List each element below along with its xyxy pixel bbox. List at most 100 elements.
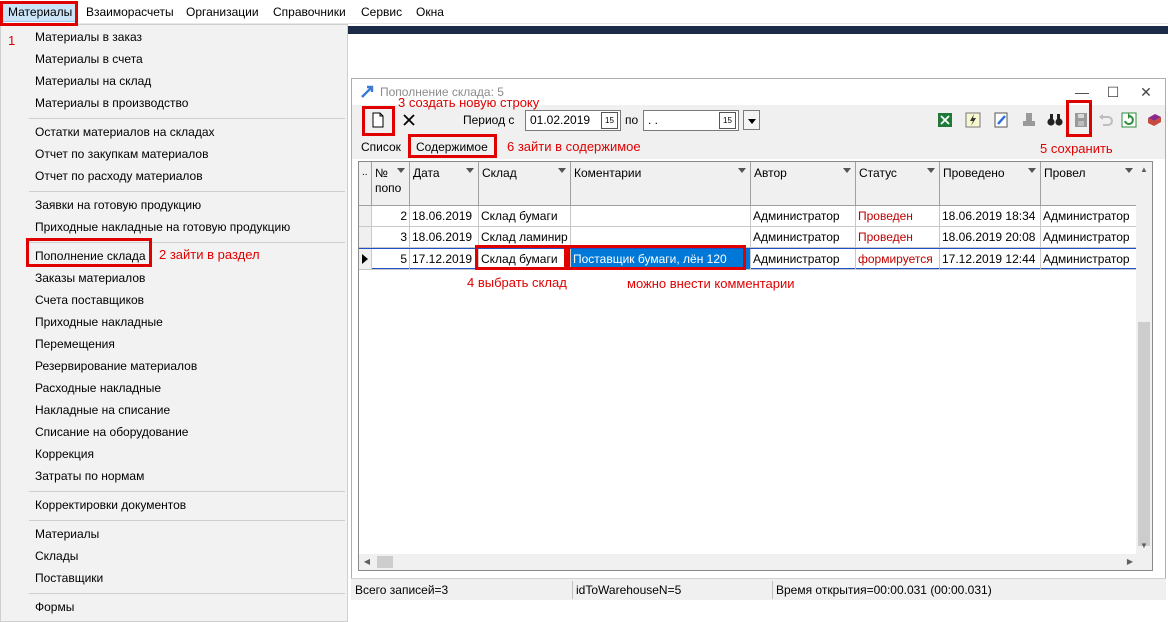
horizontal-scroll-thumb[interactable] — [377, 556, 393, 568]
col-header-comment-label: Коментарии — [574, 166, 642, 180]
edit-icon — [994, 112, 1008, 128]
dd-finished-product-receipts[interactable]: Приходные накладные на готовую продукцию — [35, 217, 290, 237]
dd-suppliers[interactable]: Поставщики — [35, 568, 103, 588]
status-separator — [772, 581, 773, 599]
menu-organizations[interactable]: Организации — [181, 2, 264, 22]
annotation-step-4: 4 выбрать склад — [467, 275, 567, 290]
dd-materials[interactable]: Материалы — [35, 524, 99, 544]
maximize-icon[interactable]: ☐ — [1098, 81, 1128, 103]
dd-purchase-report[interactable]: Отчет по закупкам материалов — [35, 144, 208, 164]
col-header-status[interactable]: Статус — [856, 162, 940, 206]
annotation-step-3: 3 создать новую строку — [398, 95, 540, 110]
cell-date[interactable]: 17.12.2019 — [410, 249, 479, 270]
delete-x-icon — [403, 114, 415, 126]
calendar-to-icon[interactable]: 15 — [719, 112, 736, 129]
sort-arrow-icon — [843, 168, 851, 173]
row-indicator-header: .. — [359, 162, 372, 206]
cell-author[interactable]: Администратор — [751, 249, 856, 270]
table-row[interactable]: 2 18.06.2019 Склад бумаги Администратор … — [359, 206, 1139, 227]
menu-service[interactable]: Сервис — [356, 2, 407, 22]
cell-number[interactable]: 3 — [372, 227, 410, 248]
menu-references[interactable]: Справочники — [268, 2, 351, 22]
lightning-icon — [965, 112, 981, 128]
dd-reservation[interactable]: Резервирование материалов — [35, 356, 197, 376]
dd-finished-product-requests[interactable]: Заявки на готовую продукцию — [35, 195, 201, 215]
scroll-down-icon[interactable]: ▼ — [1136, 538, 1152, 554]
dd-writeoff-invoices[interactable]: Накладные на списание — [35, 400, 170, 420]
dd-supplier-invoices[interactable]: Счета поставщиков — [35, 290, 144, 310]
horizontal-scrollbar[interactable]: ◀ ▶ — [359, 554, 1138, 570]
scroll-up-icon[interactable]: ▲ — [1136, 162, 1152, 178]
cell-comment[interactable] — [571, 206, 751, 227]
status-records: Всего записей=3 — [355, 583, 449, 597]
cell-done[interactable]: 18.06.2019 18:34 — [940, 206, 1041, 227]
dd-separator — [29, 520, 345, 521]
dd-norm-costs[interactable]: Затраты по нормам — [35, 466, 144, 486]
cell-status[interactable]: формируется — [856, 249, 940, 270]
dd-separator — [29, 191, 345, 192]
cell-done[interactable]: 17.12.2019 12:44 — [940, 249, 1041, 270]
dd-materials-to-order[interactable]: Материалы в заказ — [35, 27, 142, 47]
post-button[interactable] — [1018, 109, 1040, 131]
vertical-scrollbar[interactable]: ▲ ▼ — [1136, 162, 1152, 570]
undo-button[interactable] — [1094, 109, 1116, 131]
col-header-comment[interactable]: Коментарии — [571, 162, 751, 206]
dd-forms[interactable]: Формы — [35, 597, 74, 617]
menu-settlements[interactable]: Взаиморасчеты — [81, 2, 179, 22]
col-header-warehouse[interactable]: Склад — [479, 162, 571, 206]
cell-by[interactable]: Администратор — [1041, 206, 1138, 227]
annotation-step-5: 5 сохранить — [1040, 141, 1113, 156]
dd-consumption-report[interactable]: Отчет по расходу материалов — [35, 166, 203, 186]
cell-by[interactable]: Администратор — [1041, 249, 1138, 270]
period-from-value: 01.02.2019 — [530, 113, 591, 127]
calendar-from-icon[interactable]: 15 — [601, 112, 618, 129]
dd-stock-balances[interactable]: Остатки материалов на складах — [35, 122, 215, 142]
cell-author[interactable]: Администратор — [751, 206, 856, 227]
dd-correction[interactable]: Коррекция — [35, 444, 94, 464]
close-icon[interactable]: ✕ — [1131, 81, 1161, 103]
scroll-left-icon[interactable]: ◀ — [359, 554, 375, 570]
dd-receipts[interactable]: Приходные накладные — [35, 312, 163, 332]
cell-by[interactable]: Администратор — [1041, 227, 1138, 248]
dd-document-adjustments[interactable]: Корректировки документов — [35, 495, 186, 515]
col-header-by-label: Провел — [1044, 166, 1086, 180]
col-header-by[interactable]: Провел — [1041, 162, 1138, 206]
cell-date[interactable]: 18.06.2019 — [410, 227, 479, 248]
annotation-step-1: 1 — [8, 33, 16, 48]
cell-status[interactable]: Проведен — [856, 206, 940, 227]
refresh-button[interactable] — [1118, 109, 1140, 131]
materials-dropdown: Материалы в заказ Материалы в счета Мате… — [0, 24, 348, 622]
dd-expense-invoices[interactable]: Расходные накладные — [35, 378, 161, 398]
dd-material-orders[interactable]: Заказы материалов — [35, 268, 145, 288]
col-header-author[interactable]: Автор — [751, 162, 856, 206]
cell-date[interactable]: 18.06.2019 — [410, 206, 479, 227]
cell-number[interactable]: 2 — [372, 206, 410, 227]
books-button[interactable] — [1143, 109, 1165, 131]
cell-number[interactable]: 5 — [372, 249, 410, 270]
cell-warehouse[interactable]: Склад бумаги — [479, 206, 571, 227]
menu-windows[interactable]: Окна — [411, 2, 449, 22]
tab-list[interactable]: Список — [357, 138, 405, 156]
col-header-number[interactable]: № попо — [372, 162, 410, 206]
dd-materials-to-invoices[interactable]: Материалы в счета — [35, 49, 143, 69]
vertical-scroll-thumb[interactable] — [1138, 322, 1150, 546]
search-button[interactable] — [1044, 109, 1066, 131]
cell-author[interactable]: Администратор — [751, 227, 856, 248]
col-header-done[interactable]: Проведено — [940, 162, 1041, 206]
cell-done[interactable]: 18.06.2019 20:08 — [940, 227, 1041, 248]
dd-materials-to-warehouse[interactable]: Материалы на склад — [35, 71, 151, 91]
period-dropdown-button[interactable] — [743, 110, 760, 130]
dd-warehouses[interactable]: Склады — [35, 546, 78, 566]
excel-export-button[interactable] — [934, 109, 956, 131]
edit-button[interactable] — [990, 109, 1012, 131]
run-button[interactable] — [962, 109, 984, 131]
dd-materials-to-production[interactable]: Материалы в производство — [35, 93, 188, 113]
col-header-date[interactable]: Дата — [410, 162, 479, 206]
dd-transfers[interactable]: Перемещения — [35, 334, 115, 354]
cell-status[interactable]: Проведен — [856, 227, 940, 248]
scroll-right-icon[interactable]: ▶ — [1122, 554, 1138, 570]
mdi-header-strip — [348, 26, 1168, 34]
delete-row-button[interactable] — [398, 109, 420, 131]
undo-icon — [1099, 114, 1113, 126]
dd-equipment-writeoff[interactable]: Списание на оборудование — [35, 422, 188, 442]
